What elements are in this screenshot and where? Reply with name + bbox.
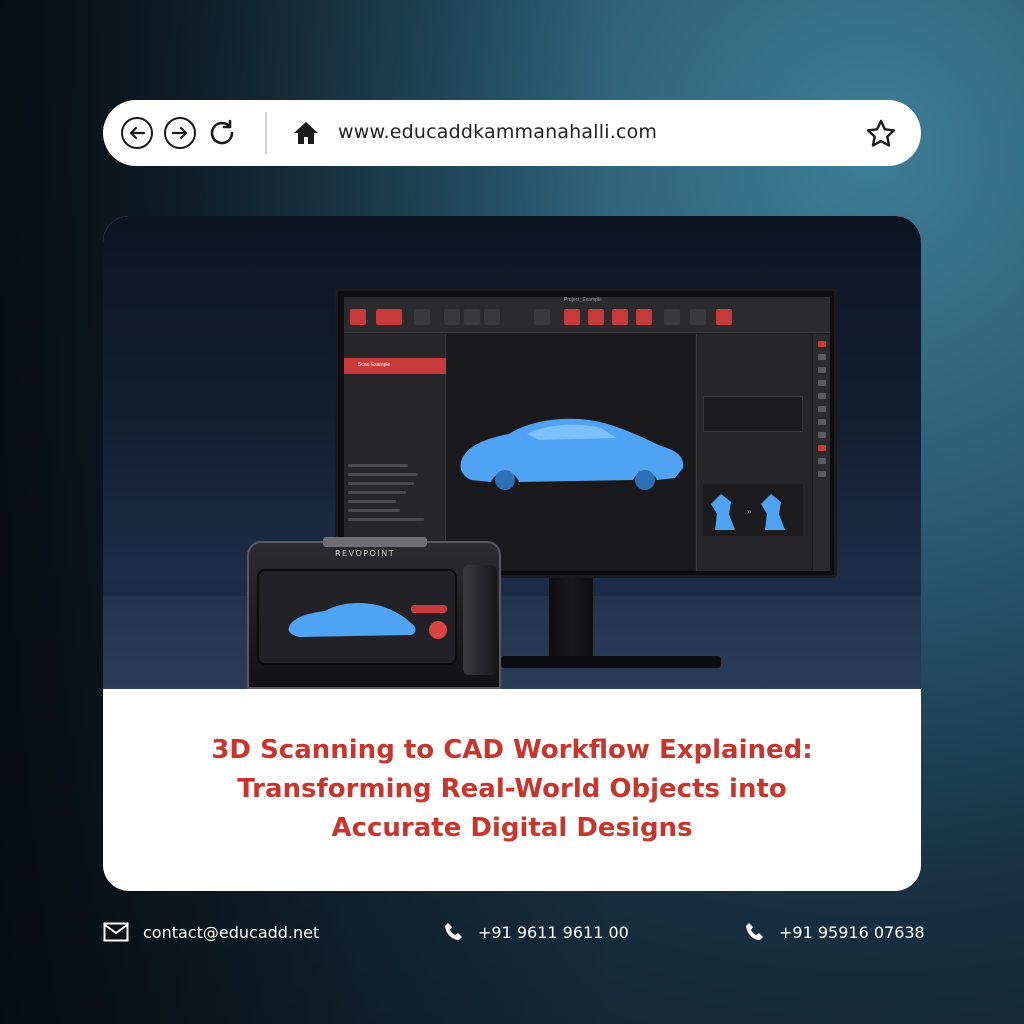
- robot-model-icon: »: [711, 494, 785, 530]
- phone-1-text[interactable]: +91 9611 9611 00: [478, 923, 629, 942]
- mail-icon: [103, 922, 129, 942]
- merge-tool-icon: [690, 309, 706, 325]
- fill-holes-icon: [588, 309, 604, 325]
- footer-phone-1[interactable]: +91 9611 9611 00: [444, 922, 629, 942]
- simplify-tool-icon: [484, 309, 500, 325]
- article-title: 3D Scanning to CAD Workflow Explained: T…: [103, 731, 921, 848]
- model-panel: Scan Example: [344, 334, 446, 571]
- 3d-viewport: [447, 334, 695, 571]
- edit-info-box: [703, 396, 803, 432]
- device-shutter-button: [429, 621, 447, 639]
- browser-bar: www.educaddkammanahalli.com: [103, 100, 921, 166]
- simplify-mesh-icon: [636, 309, 652, 325]
- side-icon-bar: [813, 334, 830, 571]
- one-click-tool-icon: [376, 309, 402, 325]
- properties-list: [348, 464, 428, 527]
- isolation-tool-icon: [444, 309, 460, 325]
- device-record-button: [411, 605, 447, 613]
- forward-button[interactable]: [164, 117, 196, 149]
- svg-text:»: »: [747, 507, 752, 516]
- smooth-tool-icon: [464, 309, 480, 325]
- article-card[interactable]: Project_Example Scan Example » REVOPOINT…: [103, 216, 921, 891]
- device-brand: REVOPOINT: [335, 549, 396, 558]
- car-model-icon: [460, 418, 684, 490]
- software-titlebar: Project_Example: [344, 297, 830, 305]
- phone-icon: [746, 923, 763, 940]
- phone-2-text[interactable]: +91 95916 07638: [779, 923, 925, 942]
- back-button[interactable]: [121, 117, 153, 149]
- hero-image: Project_Example Scan Example » REVOPOINT: [103, 216, 921, 689]
- software-title: Project_Example: [564, 297, 602, 303]
- arrow-left-icon: [129, 126, 146, 140]
- title-line-3: Accurate Digital Designs: [331, 813, 693, 843]
- footer-email[interactable]: contact@educadd.net: [103, 922, 319, 942]
- star-icon[interactable]: [865, 118, 897, 150]
- export-tool-icon: [716, 309, 732, 325]
- scan-tool-icon: [350, 309, 366, 325]
- reload-icon[interactable]: [206, 117, 238, 149]
- device-screen: [257, 569, 457, 665]
- url-text[interactable]: www.educaddkammanahalli.com: [338, 121, 657, 143]
- phone-icon: [445, 923, 462, 940]
- footer-phone-2[interactable]: +91 95916 07638: [745, 922, 925, 942]
- home-icon[interactable]: [293, 120, 319, 146]
- monitor-base: [501, 656, 721, 668]
- device-car-icon: [288, 603, 416, 637]
- monitor: Project_Example Scan Example »: [335, 288, 837, 578]
- email-text[interactable]: contact@educadd.net: [143, 923, 319, 942]
- scan-software-screen: Project_Example Scan Example »: [344, 297, 830, 571]
- device-handle: [323, 537, 427, 547]
- toolbar-divider: [265, 112, 267, 154]
- arrow-right-icon: [171, 126, 188, 140]
- one-click-edit-panel: »: [696, 334, 812, 571]
- isolation-mesh-icon: [564, 309, 580, 325]
- smooth-mesh-icon: [612, 309, 628, 325]
- scan-list-item: Scan Example: [344, 358, 446, 374]
- texture-tool-icon: [664, 309, 680, 325]
- title-line-2: Transforming Real-World Objects into: [237, 774, 787, 804]
- scanner-device: REVOPOINT: [247, 537, 501, 689]
- monitor-stand: [549, 578, 593, 658]
- software-toolbar: [344, 305, 830, 333]
- instructions-preview: »: [703, 484, 803, 536]
- device-grip: [463, 565, 497, 675]
- title-line-1: 3D Scanning to CAD Workflow Explained:: [211, 735, 813, 765]
- mesh-tool-icon: [534, 309, 550, 325]
- scan-item-label: Scan Example: [358, 362, 391, 368]
- fusion-tool-icon: [414, 309, 430, 325]
- desk-surface: [103, 596, 921, 689]
